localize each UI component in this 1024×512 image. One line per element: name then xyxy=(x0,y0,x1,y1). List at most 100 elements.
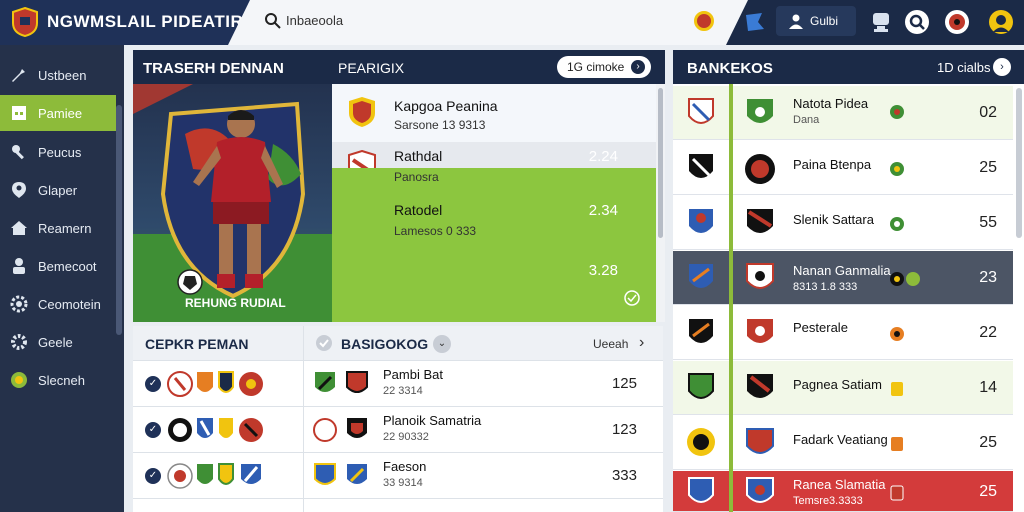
check-circle-icon[interactable] xyxy=(624,290,640,306)
ranking-name: Fadark Veatiang xyxy=(793,432,888,447)
mini-badge-icon xyxy=(890,162,904,176)
club-badge-icon[interactable] xyxy=(944,9,970,35)
ranking-value: 25 xyxy=(979,483,997,500)
featured-panel: TRASERH DENNAN PEARIGIX 1G cimoke › REHU… xyxy=(133,50,665,322)
row-name: Pambi Bat xyxy=(383,367,443,382)
user-menu-button[interactable]: Gulbi xyxy=(776,6,856,36)
ranking-value: 02 xyxy=(979,104,997,121)
avatar-icon[interactable] xyxy=(988,9,1014,35)
row-value: 123 xyxy=(611,421,637,438)
table-row[interactable] xyxy=(133,498,663,512)
row-sub: 33 9314 xyxy=(383,477,423,489)
table-row[interactable]: ✓ Faeson 33 9314 333 xyxy=(133,452,663,498)
sidebar-item-label: Bemecoot xyxy=(38,259,97,274)
rankings-scrollbar[interactable] xyxy=(1016,88,1022,238)
flag-icon[interactable] xyxy=(742,9,768,35)
sidebar-item-3[interactable]: Glaper xyxy=(0,172,116,208)
ranking-row[interactable]: Pagnea Satiam 14 xyxy=(673,361,1013,415)
magnifier-icon[interactable] xyxy=(904,9,930,35)
ranking-row[interactable]: Ranea Slamatia Temsre3.3333 25 xyxy=(673,471,1013,512)
sidebar-item-8[interactable]: Slecneh xyxy=(0,362,116,398)
team-badges-icon xyxy=(167,371,263,397)
ranking-value: 25 xyxy=(979,159,997,176)
top-bar: NGWMSLAIL PIDEATIR Inbaeoola Gulbi xyxy=(0,0,1024,45)
list-item[interactable]: 3.28 xyxy=(332,254,656,322)
list-item[interactable]: Rathdal 2.24 xyxy=(332,142,656,182)
search-input[interactable]: Inbaeoola xyxy=(286,13,343,28)
sidebar-item-4[interactable]: Reamern xyxy=(0,210,116,246)
ranking-row[interactable]: Natota Pidea Dana 02 xyxy=(673,86,1013,140)
row-value: 125 xyxy=(611,375,637,392)
check-icon[interactable]: ✓ xyxy=(145,468,161,484)
sidebar: Ustbeen Pamiee Peucus Glaper Reamern Bem… xyxy=(0,45,124,512)
sidebar-item-0[interactable]: Ustbeen xyxy=(0,57,116,93)
app-title: NGWMSLAIL PIDEATIR xyxy=(47,12,244,31)
matches-table: CEPKR PEMAN BASIGOKOG ⌄ Ueeah › ✓ Pambi … xyxy=(133,326,663,512)
dropdown-icon[interactable]: ⌄ xyxy=(433,335,451,353)
ranking-row[interactable]: Fadark Veatiang 25 xyxy=(673,416,1013,470)
mini-badge-icon xyxy=(890,327,904,341)
coin-icon[interactable] xyxy=(694,11,714,31)
ranking-row[interactable]: Nanan Ganmalia 8313 1.8 333 23 xyxy=(673,251,1013,305)
player-caption: REHUNG RUDIAL xyxy=(185,296,286,310)
ranking-value: 23 xyxy=(979,269,997,286)
sidebar-item-label: Ceomotein xyxy=(38,297,101,312)
mini-badge-icon xyxy=(891,437,903,451)
list-item[interactable]: Panosra xyxy=(332,168,656,194)
search-bar[interactable]: Inbaeoola xyxy=(228,0,748,45)
cog-icon xyxy=(11,334,27,350)
featured-player-image[interactable]: REHUNG RUDIAL xyxy=(133,84,332,322)
mini-badge-icon xyxy=(890,272,920,286)
app-root: NGWMSLAIL PIDEATIR Inbaeoola Gulbi Ustbe… xyxy=(0,0,1024,512)
ranking-name: Slenik Sattara xyxy=(793,212,874,227)
rank-divider xyxy=(729,84,733,512)
check-icon[interactable]: ✓ xyxy=(145,376,161,392)
sidebar-item-1[interactable]: Pamiee xyxy=(0,95,116,131)
table-action-label[interactable]: Ueeah xyxy=(593,337,628,351)
table-row[interactable]: ✓ Pambi Bat 22 3314 125 xyxy=(133,360,663,406)
check-circle-icon[interactable] xyxy=(315,334,333,352)
sidebar-item-5[interactable]: Bemecoot xyxy=(0,248,116,284)
rankings-action-label[interactable]: 1D cialbs xyxy=(937,60,990,75)
ranking-row[interactable]: Pesterale 22 xyxy=(673,306,1013,360)
team-badges-icon xyxy=(689,154,775,184)
trophy-icon[interactable] xyxy=(868,9,894,35)
person-icon xyxy=(13,258,25,274)
building-icon xyxy=(12,106,26,120)
team-badges-icon xyxy=(689,319,773,343)
ranking-name: Ranea Slamatia xyxy=(793,477,886,492)
list-item[interactable]: Ratodel Lamesos 0 333 2.34 xyxy=(332,194,656,254)
featured-filter-button[interactable]: 1G cimoke › xyxy=(557,56,651,78)
chevron-right-icon[interactable]: › xyxy=(639,334,644,352)
sidebar-item-6[interactable]: Ceomotein xyxy=(0,286,116,322)
user-menu-label: Gulbi xyxy=(810,14,839,28)
search-icon xyxy=(264,12,282,30)
sidebar-item-7[interactable]: Geele xyxy=(0,324,116,360)
sidebar-item-label: Slecneh xyxy=(38,373,85,388)
scroll-thumb[interactable] xyxy=(658,88,663,238)
mini-badge-icon xyxy=(891,382,903,396)
sidebar-scrollbar[interactable] xyxy=(116,105,122,335)
list-item-sub: Lamesos 0 333 xyxy=(394,224,477,238)
sidebar-item-2[interactable]: Peucus xyxy=(0,134,116,170)
table-row[interactable]: ✓ Planoik Samatria 22 90332 123 xyxy=(133,406,663,452)
table-header: CEPKR PEMAN BASIGOKOG ⌄ Ueeah › xyxy=(133,326,663,360)
chevron-right-icon[interactable]: › xyxy=(993,58,1011,76)
ranking-row[interactable]: Slenik Sattara 55 xyxy=(673,196,1013,250)
ranking-row[interactable]: Paina Btenpa 25 xyxy=(673,141,1013,195)
ranking-value: 55 xyxy=(979,214,997,231)
list-item-sub: Sarsone 13 9313 xyxy=(394,118,486,132)
check-icon[interactable]: ✓ xyxy=(145,422,161,438)
ranking-sub: Dana xyxy=(793,114,820,126)
list-item[interactable]: Kapgoa Peanina Sarsone 13 9313 xyxy=(332,84,656,142)
sidebar-item-label: Glaper xyxy=(38,183,78,198)
featured-scrollbar[interactable] xyxy=(656,84,665,322)
sidebar-item-label: Geele xyxy=(38,335,73,350)
mini-badge-icon xyxy=(890,217,904,231)
brand[interactable]: NGWMSLAIL PIDEATIR xyxy=(0,0,250,45)
user-icon xyxy=(789,14,803,29)
list-item-name: Kapgoa Peanina xyxy=(394,98,498,114)
table-subtitle: BASIGOKOG xyxy=(341,336,429,352)
house-icon xyxy=(11,221,27,235)
team-badges-icon xyxy=(688,373,773,399)
